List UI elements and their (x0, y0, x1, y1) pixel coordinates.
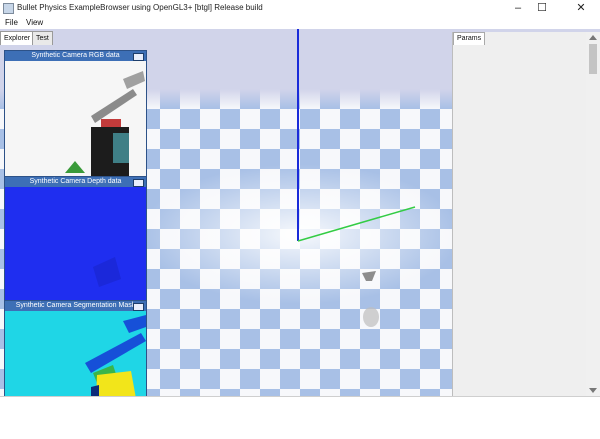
object-shadow (363, 307, 379, 327)
tab-test[interactable]: Test (32, 31, 53, 45)
console-area (0, 396, 600, 439)
minimize-panel-button[interactable] (133, 179, 144, 187)
app-icon (3, 3, 14, 14)
menu-file[interactable]: File (5, 18, 18, 27)
rgb-panel-header[interactable]: Synthetic Camera RGB data (5, 51, 146, 61)
close-button[interactable]: ✕ (570, 0, 592, 17)
segmentation-panel-title: Synthetic Camera Segmentation Mask (15, 302, 136, 309)
segmentation-panel-header[interactable]: Synthetic Camera Segmentation Mask (5, 301, 146, 311)
window-title: Bullet Physics ExampleBrowser using Open… (17, 3, 263, 12)
minimize-button[interactable]: – (507, 0, 529, 17)
minimize-panel-button[interactable] (133, 53, 144, 61)
depth-panel-header[interactable]: Synthetic Camera Depth data (5, 177, 146, 187)
rgb-image (5, 61, 146, 176)
params-panel: Params (452, 32, 587, 396)
depth-camera-panel: Synthetic Camera Depth data (4, 176, 147, 304)
vertical-scrollbar[interactable] (586, 32, 600, 396)
title-bar: Bullet Physics ExampleBrowser using Open… (0, 0, 600, 18)
minimize-panel-button[interactable] (133, 303, 144, 311)
tab-params[interactable]: Params (453, 32, 486, 45)
rgb-panel-title: Synthetic Camera RGB data (31, 52, 120, 59)
scroll-thumb[interactable] (589, 44, 597, 74)
depth-panel-title: Synthetic Camera Depth data (29, 178, 122, 185)
tab-explorer[interactable]: Explorer (0, 31, 35, 45)
menu-view[interactable]: View (26, 18, 43, 27)
rgb-camera-panel: Synthetic Camera RGB data (4, 50, 147, 178)
scroll-down-icon[interactable] (589, 388, 597, 393)
depth-image (5, 187, 146, 302)
menu-bar: File View (0, 17, 600, 29)
maximize-button[interactable]: ☐ (531, 0, 553, 17)
scroll-up-icon[interactable] (589, 35, 597, 40)
